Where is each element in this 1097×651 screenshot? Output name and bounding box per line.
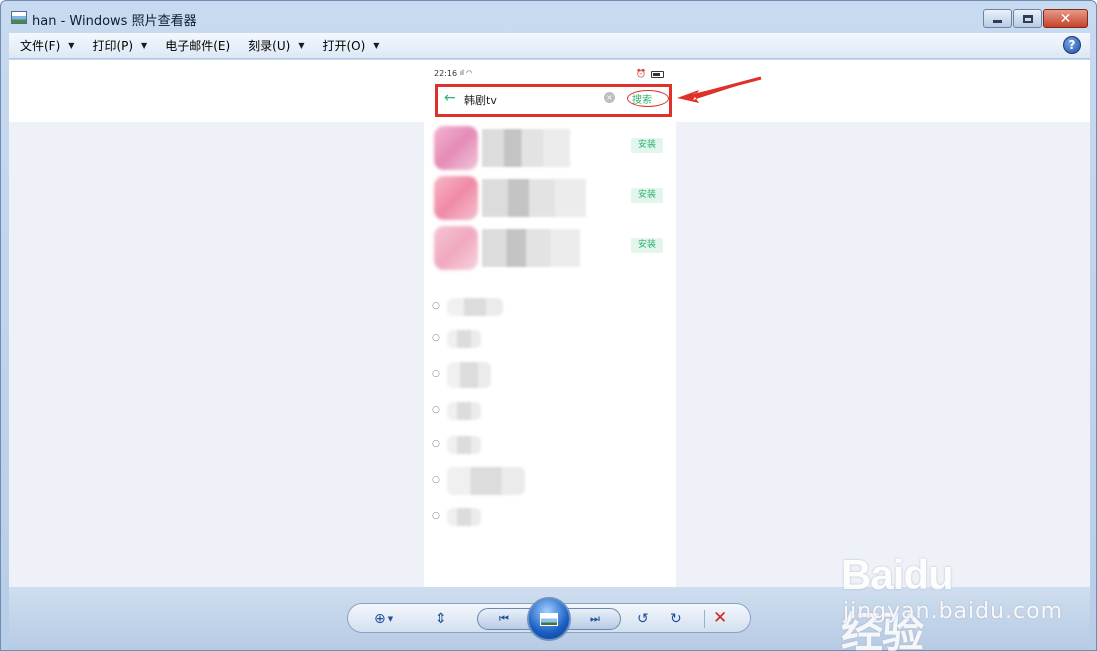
menu-email-label: 电子邮件(E) xyxy=(165,39,231,53)
help-icon[interactable]: ? xyxy=(1063,36,1081,54)
menu-email[interactable]: 电子邮件(E) xyxy=(156,35,239,57)
menu-burn[interactable]: 刻录(U) ▼ xyxy=(239,35,313,57)
menu-print[interactable]: 打印(P) ▼ xyxy=(83,35,156,57)
menu-file[interactable]: 文件(F) ▼ xyxy=(11,35,83,57)
photo-viewer-app-icon xyxy=(11,11,27,24)
next-button[interactable]: ⏭ xyxy=(585,611,605,627)
chevron-down-icon: ▼ xyxy=(141,41,148,50)
rotate-ccw-icon: ↺ xyxy=(637,611,649,627)
chevron-down-icon: ▼ xyxy=(373,41,380,50)
delete-button[interactable]: ✕ xyxy=(713,608,727,628)
close-icon: ✕ xyxy=(1059,10,1072,27)
menu-bar: 文件(F) ▼ 打印(P) ▼ 电子邮件(E) 刻录(U) ▼ 打开(O) ▼ … xyxy=(9,33,1090,59)
minimize-icon xyxy=(993,20,1002,23)
chevron-down-icon: ▼ xyxy=(68,41,75,50)
title-bar[interactable]: han - Windows 照片查看器 ✕ xyxy=(1,1,1096,33)
zoom-button[interactable]: ⊕ ▼ xyxy=(374,609,393,629)
actual-size-button[interactable]: ⇕ xyxy=(435,609,447,629)
controls-pill: ⊕ ▼ ⇕ ⏮ ⏭ ↺ ↻ ✕ xyxy=(347,597,751,641)
watermark-url: jingyan.baidu.com xyxy=(843,599,1064,624)
red-pointer-arrow-annotation xyxy=(677,76,762,103)
close-button[interactable]: ✕ xyxy=(1043,9,1088,28)
menu-open[interactable]: 打开(O) ▼ xyxy=(313,35,388,57)
zoom-icon: ⊕ xyxy=(374,611,386,627)
fit-to-window-icon: ⇕ xyxy=(435,611,447,627)
next-icon: ⏭ xyxy=(590,612,600,625)
image-viewer-area: 22:16 ıl ◠ ⏰ ← 韩剧tv × 搜索 安装 安装 安装 ○ ○ ○ … xyxy=(9,60,1090,587)
rotate-counterclockwise-button[interactable]: ↺ xyxy=(637,609,649,629)
minimize-button[interactable] xyxy=(983,9,1012,28)
rotate-clockwise-button[interactable]: ↻ xyxy=(670,609,682,629)
menu-print-label: 打印(P) xyxy=(92,39,134,53)
previous-button[interactable]: ⏮ xyxy=(494,611,514,627)
maximize-button[interactable] xyxy=(1013,9,1042,28)
previous-icon: ⏮ xyxy=(499,612,509,625)
rotate-cw-icon: ↻ xyxy=(670,611,682,627)
delete-icon: ✕ xyxy=(713,608,728,628)
menu-burn-label: 刻录(U) xyxy=(248,39,291,53)
menu-file-label: 文件(F) xyxy=(20,39,61,53)
toolbar-divider xyxy=(704,610,705,628)
chevron-down-icon: ▼ xyxy=(298,41,305,50)
chevron-down-icon: ▼ xyxy=(387,615,394,623)
photo-viewer-window: han - Windows 照片查看器 ✕ 文件(F) ▼ 打印(P) ▼ 电子… xyxy=(0,0,1097,651)
window-title: han - Windows 照片查看器 xyxy=(32,14,197,29)
maximize-icon xyxy=(1022,14,1033,23)
slideshow-icon xyxy=(540,612,558,626)
slideshow-button[interactable] xyxy=(527,597,571,641)
menu-open-label: 打开(O) xyxy=(322,39,366,53)
